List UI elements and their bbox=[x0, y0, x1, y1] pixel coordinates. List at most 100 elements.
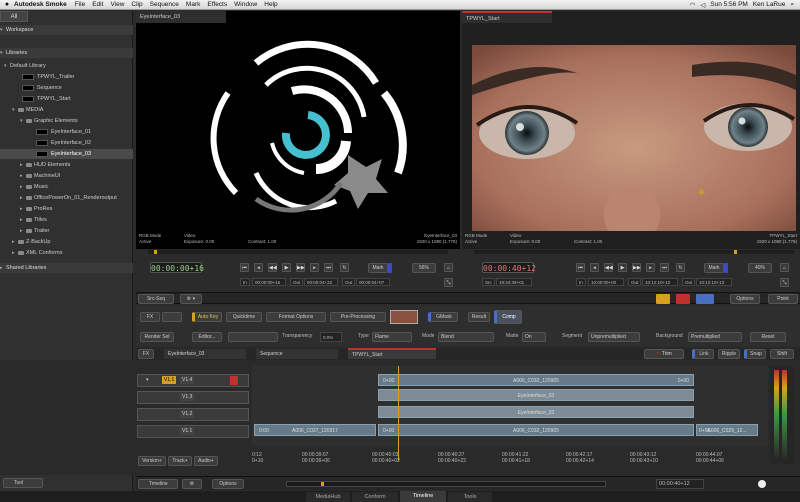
default-library-row[interactable]: ▾ Default Library bbox=[0, 61, 133, 71]
scrub-bar[interactable] bbox=[148, 250, 448, 254]
wifi-icon[interactable]: ◠ bbox=[690, 1, 696, 9]
menu-edit[interactable]: Edit bbox=[92, 1, 103, 8]
next-frame-icon[interactable]: ▸ bbox=[310, 263, 319, 272]
libraries-row[interactable]: ▾ Libraries bbox=[0, 48, 133, 58]
goto-end-icon[interactable]: ⏭ bbox=[324, 263, 333, 272]
gmask-node[interactable]: GMask bbox=[428, 312, 458, 322]
color-icon[interactable] bbox=[656, 294, 670, 304]
in-timecode[interactable]: 10:00:00+00 bbox=[588, 278, 624, 286]
menu-clip[interactable]: Clip bbox=[131, 1, 142, 8]
scroll-playhead[interactable] bbox=[321, 482, 324, 486]
track-header-v12[interactable]: V1.2 bbox=[137, 408, 249, 421]
matte-dropdown[interactable]: On bbox=[522, 332, 546, 342]
audio-add-button[interactable]: Audio+ bbox=[194, 456, 218, 466]
track-header-v13[interactable]: V1.3 bbox=[137, 391, 249, 404]
rewind-icon[interactable]: ◀◀ bbox=[604, 263, 613, 272]
expand-icon[interactable]: ⤡ bbox=[444, 278, 453, 287]
folder-graphic-elements[interactable]: ▾ Graphic Elements bbox=[0, 116, 133, 126]
menu-window[interactable]: Window bbox=[234, 1, 257, 8]
folder-music[interactable]: ▸ Music bbox=[0, 182, 133, 192]
preprocessing-node[interactable]: Pre-Processing bbox=[330, 312, 386, 322]
timecode-right[interactable]: 00:00:40+12 bbox=[482, 262, 536, 273]
tab-timeline[interactable]: Timeline bbox=[400, 491, 446, 502]
link-button[interactable]: Link bbox=[692, 349, 714, 359]
timeline-ruler[interactable]: 0:12 0+10 00:00:39:07 00:00:39+06 00:00:40… bbox=[252, 452, 768, 470]
loop-icon[interactable]: ↻ bbox=[676, 263, 685, 272]
out2-timecode[interactable]: 00:00:04+07 bbox=[356, 278, 390, 286]
list-item[interactable]: TPWYL_Trailer bbox=[0, 72, 133, 82]
menu-effects[interactable]: Effects bbox=[207, 1, 227, 8]
loop-icon[interactable]: ↻ bbox=[340, 263, 349, 272]
fx-disabled-button[interactable] bbox=[162, 312, 182, 322]
mark-button[interactable]: Mark bbox=[704, 263, 724, 273]
track-label[interactable]: V1.1 bbox=[162, 376, 177, 384]
folder-media[interactable]: ▾ MEDIA bbox=[0, 105, 133, 115]
folder-xml[interactable]: ▸ XML Conforms bbox=[0, 248, 133, 258]
menu-mark[interactable]: Mark bbox=[186, 1, 200, 8]
viewer-right-tab[interactable]: TPWYL_Start bbox=[462, 11, 552, 23]
clip-eye-b[interactable]: EyeInterface_03 bbox=[378, 406, 694, 418]
menu-help[interactable]: Help bbox=[264, 1, 277, 8]
timeline-playhead[interactable] bbox=[398, 366, 399, 461]
viewer-left[interactable]: EyeInterface_03 RGB Mode Active Video Expo… bbox=[136, 11, 460, 249]
transparency-field[interactable]: 0.0% bbox=[320, 332, 342, 342]
track-label[interactable]: V1.1 bbox=[180, 427, 195, 435]
list-item[interactable]: TPWYL_Start bbox=[0, 94, 133, 104]
home-icon[interactable]: ⌂ bbox=[444, 263, 453, 272]
settings-dropdown[interactable]: ⚙ bbox=[182, 479, 202, 489]
fx-tab[interactable]: FX bbox=[138, 349, 154, 359]
mode-dropdown[interactable]: Blend bbox=[438, 332, 494, 342]
track-header-v11[interactable]: V1.1 bbox=[137, 425, 249, 438]
track-header-v1[interactable]: ▾ V1.1 V1.4 bbox=[137, 374, 249, 387]
viewer-left-tab[interactable]: EyeInterface_03 bbox=[136, 11, 226, 23]
pointer-tool[interactable]: Point bbox=[768, 294, 798, 304]
comp-node[interactable]: Comp bbox=[494, 310, 522, 324]
timeline-scrollbar[interactable] bbox=[286, 481, 606, 487]
list-item[interactable]: EyeInterface_01 bbox=[0, 127, 133, 137]
track-label[interactable]: V1.3 bbox=[180, 393, 195, 401]
trim-button[interactable]: ✂ Trim bbox=[644, 349, 684, 359]
rewind-icon[interactable]: ◀◀ bbox=[268, 263, 277, 272]
folder-machineui[interactable]: ▸ MachineUI bbox=[0, 171, 133, 181]
tool-dropdown[interactable]: Tool bbox=[3, 478, 43, 488]
tab-conform[interactable]: Conform bbox=[352, 492, 398, 502]
playhead[interactable] bbox=[154, 250, 157, 254]
menu-view[interactable]: View bbox=[110, 1, 124, 8]
folder-zbackup[interactable]: ▸ Z-BackUp bbox=[0, 237, 133, 247]
folder-trailer[interactable]: ▸ Trailer bbox=[0, 226, 133, 236]
options-dropdown[interactable]: Options bbox=[212, 479, 244, 489]
goto-start-icon[interactable]: ⏮ bbox=[240, 263, 249, 272]
record-icon[interactable] bbox=[676, 294, 690, 304]
fx-button[interactable]: FX bbox=[140, 312, 160, 322]
blank-dropdown[interactable] bbox=[228, 332, 278, 342]
track-add-button[interactable]: Track+ bbox=[168, 456, 192, 466]
type-dropdown[interactable]: Flame bbox=[372, 332, 412, 342]
app-name[interactable]: Autodesk Smoke bbox=[14, 1, 67, 8]
menu-sequence[interactable]: Sequence bbox=[150, 1, 179, 8]
clock[interactable]: Sun 5:56 PM bbox=[710, 1, 748, 8]
shift-button[interactable]: Shift bbox=[770, 349, 794, 359]
record-dot-icon[interactable] bbox=[758, 480, 766, 488]
playhead[interactable] bbox=[734, 250, 737, 254]
workspace-row[interactable]: ▾ Workspace bbox=[0, 25, 133, 35]
scrub-bar[interactable] bbox=[474, 250, 794, 254]
tab-tools[interactable]: Tools bbox=[448, 492, 492, 502]
search-icon[interactable]: ⌕ bbox=[790, 1, 794, 9]
settings-dropdown[interactable]: ⚙ ▾ bbox=[180, 294, 202, 304]
expand-icon[interactable]: ▾ bbox=[146, 377, 149, 383]
segment-dropdown[interactable]: Unpremultiplied bbox=[588, 332, 640, 342]
bottom-timecode[interactable]: 00:00:40+12 bbox=[656, 479, 704, 489]
mark-button[interactable]: Mark bbox=[368, 263, 388, 273]
out2-timecode[interactable]: 10:12:10+13 bbox=[696, 278, 732, 286]
list-item[interactable]: EyeInterface_02 bbox=[0, 138, 133, 148]
out-timecode[interactable]: 10:12:10+12 bbox=[642, 278, 678, 286]
src-seq-toggle[interactable]: Src-Seq bbox=[138, 294, 174, 304]
tab-eyeinterface[interactable]: EyeInterface_03 bbox=[164, 349, 246, 359]
output-icon[interactable] bbox=[696, 294, 714, 304]
prev-frame-icon[interactable]: ◂ bbox=[590, 263, 599, 272]
viewer-right[interactable]: TPWYL_Start ✥ RGB Mode Active Video Exposu… bbox=[462, 11, 800, 249]
track-label[interactable]: V1.4 bbox=[180, 376, 195, 384]
folder-prores[interactable]: ▸ ProRes bbox=[0, 204, 133, 214]
timecode-left[interactable]: 00:00:00+16 bbox=[150, 262, 204, 273]
background-dropdown[interactable]: Premultiplied bbox=[688, 332, 742, 342]
